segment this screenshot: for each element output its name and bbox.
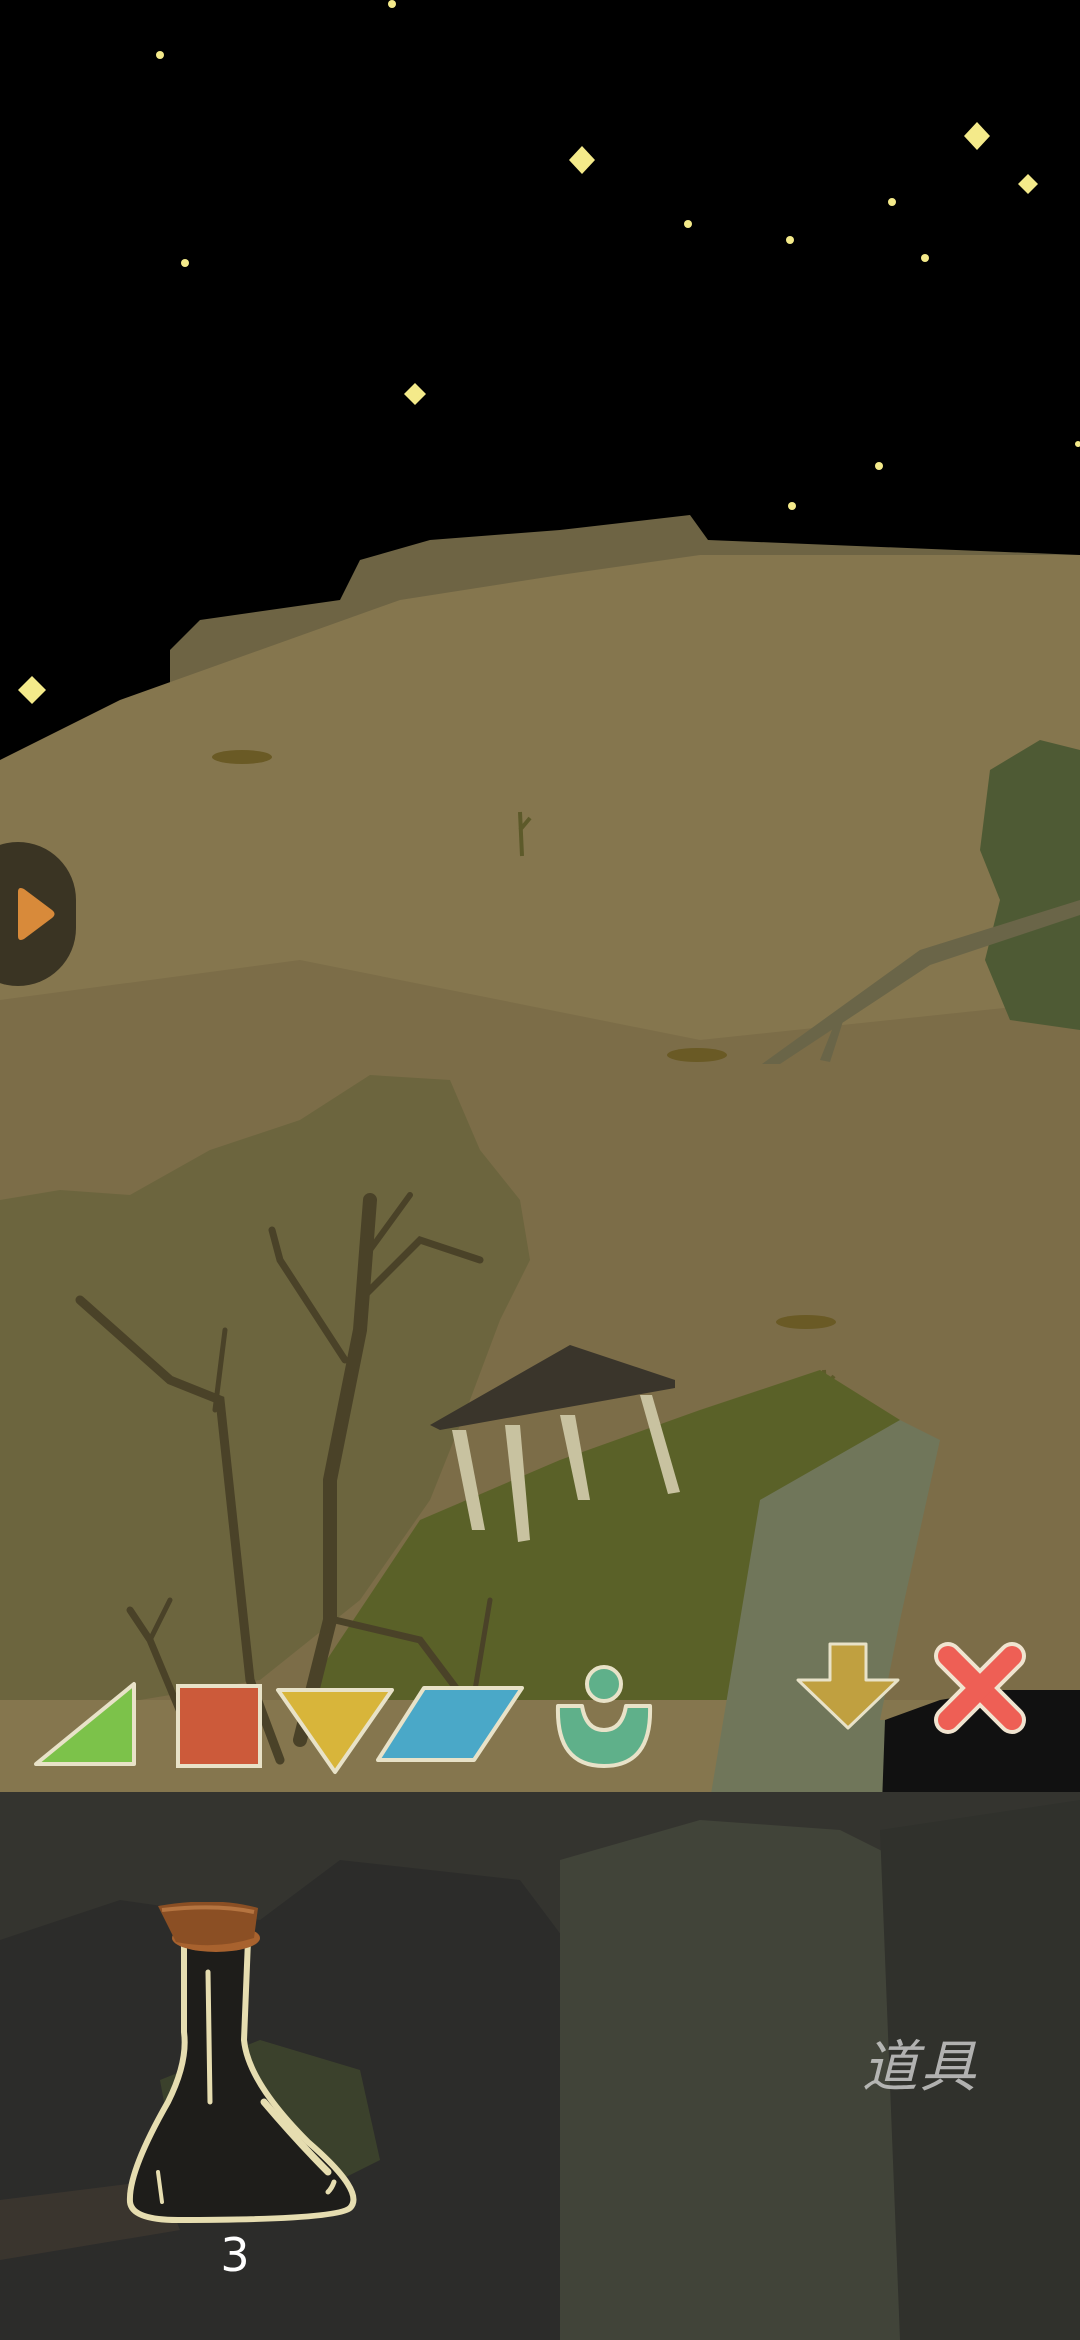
teal-figure-icon	[555, 1665, 653, 1768]
red-square-icon	[176, 1684, 262, 1768]
game-screen: 3 道具	[0, 0, 1080, 2340]
shape-button-figure[interactable]	[552, 1662, 656, 1772]
play-right-icon	[18, 888, 55, 940]
inventory-label: 道具	[862, 2035, 978, 2100]
ground-hole	[667, 1048, 727, 1062]
confirm-down-button[interactable]	[792, 1640, 904, 1732]
shape-button-triangle[interactable]	[30, 1678, 142, 1770]
flask-bottle-icon	[126, 1901, 357, 2223]
inventory-item-flask[interactable]	[118, 1901, 378, 2232]
cancel-button[interactable]	[930, 1638, 1030, 1738]
shape-button-square[interactable]	[174, 1682, 264, 1770]
down-arrow-icon	[796, 1642, 900, 1730]
shape-button-parallelogram[interactable]	[374, 1684, 526, 1764]
ground-hole	[212, 750, 272, 764]
ground-hole	[776, 1315, 836, 1329]
blue-parallelogram-icon	[376, 1686, 524, 1762]
nav-left-button[interactable]	[0, 842, 76, 986]
green-triangle-icon	[34, 1682, 136, 1766]
close-x-icon	[934, 1642, 1026, 1734]
item-count: 3	[220, 2228, 250, 2282]
